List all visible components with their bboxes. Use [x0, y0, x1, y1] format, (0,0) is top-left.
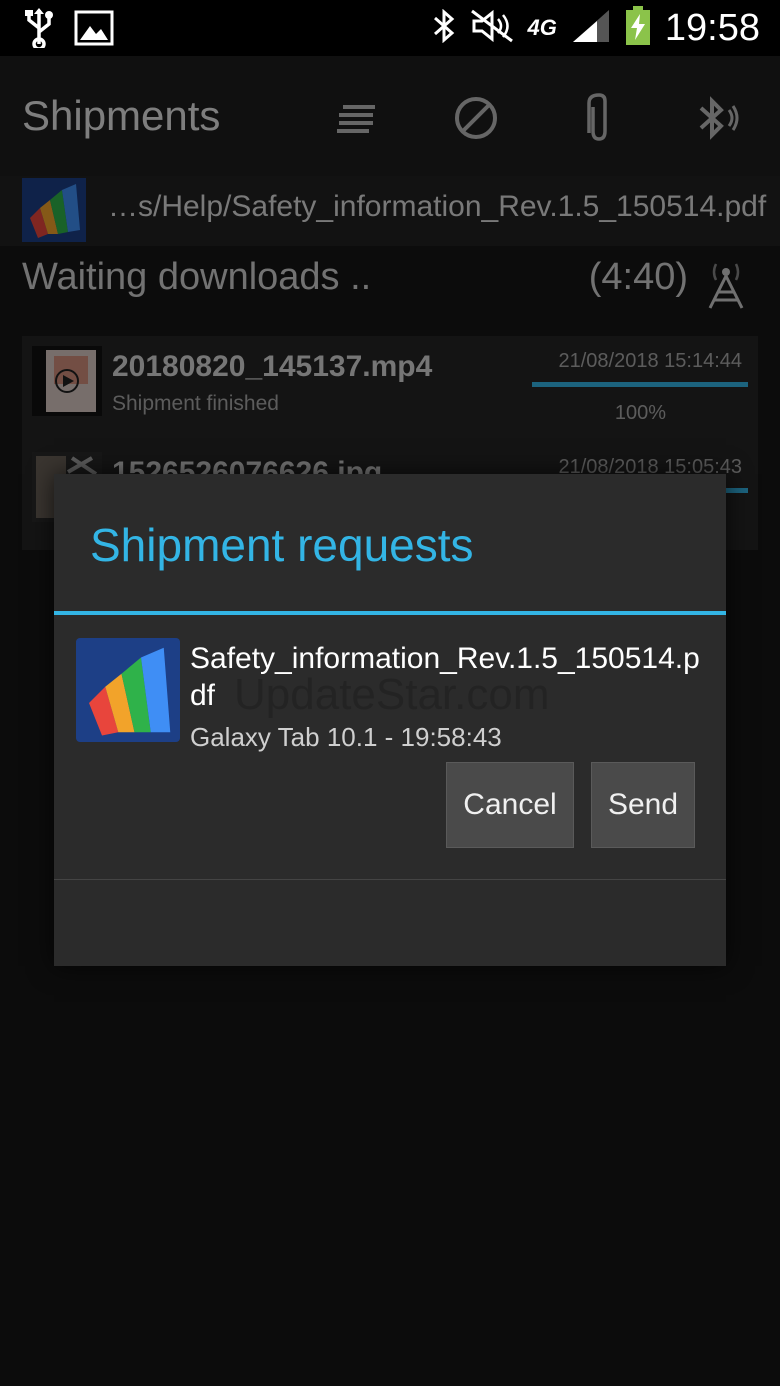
send-button[interactable]: Send	[591, 762, 695, 848]
dialog-bottom-divider	[54, 879, 726, 880]
pdf-app-icon	[76, 638, 180, 742]
cancel-button[interactable]: Cancel	[446, 762, 574, 848]
clock: 19:58	[664, 6, 760, 49]
4g-icon: 4G	[527, 15, 557, 40]
dialog-title-divider	[54, 611, 726, 615]
dialog-title: Shipment requests	[90, 519, 474, 571]
request-file-name: Safety_information_Rev.1.5_150514.pdf	[190, 642, 700, 712]
bluetooth-icon	[432, 8, 456, 47]
shipment-requests-dialog: Shipment requests UpdateStar.com Safety_…	[54, 474, 726, 966]
request-source: Galaxy Tab 10.1 - 19:58:43	[190, 722, 502, 752]
image-icon	[74, 10, 114, 50]
battery-charging-icon	[625, 6, 651, 50]
mute-icon	[470, 9, 514, 47]
usb-icon	[22, 8, 56, 52]
signal-icon	[571, 8, 611, 48]
status-bar: 4G 19:58	[0, 0, 780, 56]
